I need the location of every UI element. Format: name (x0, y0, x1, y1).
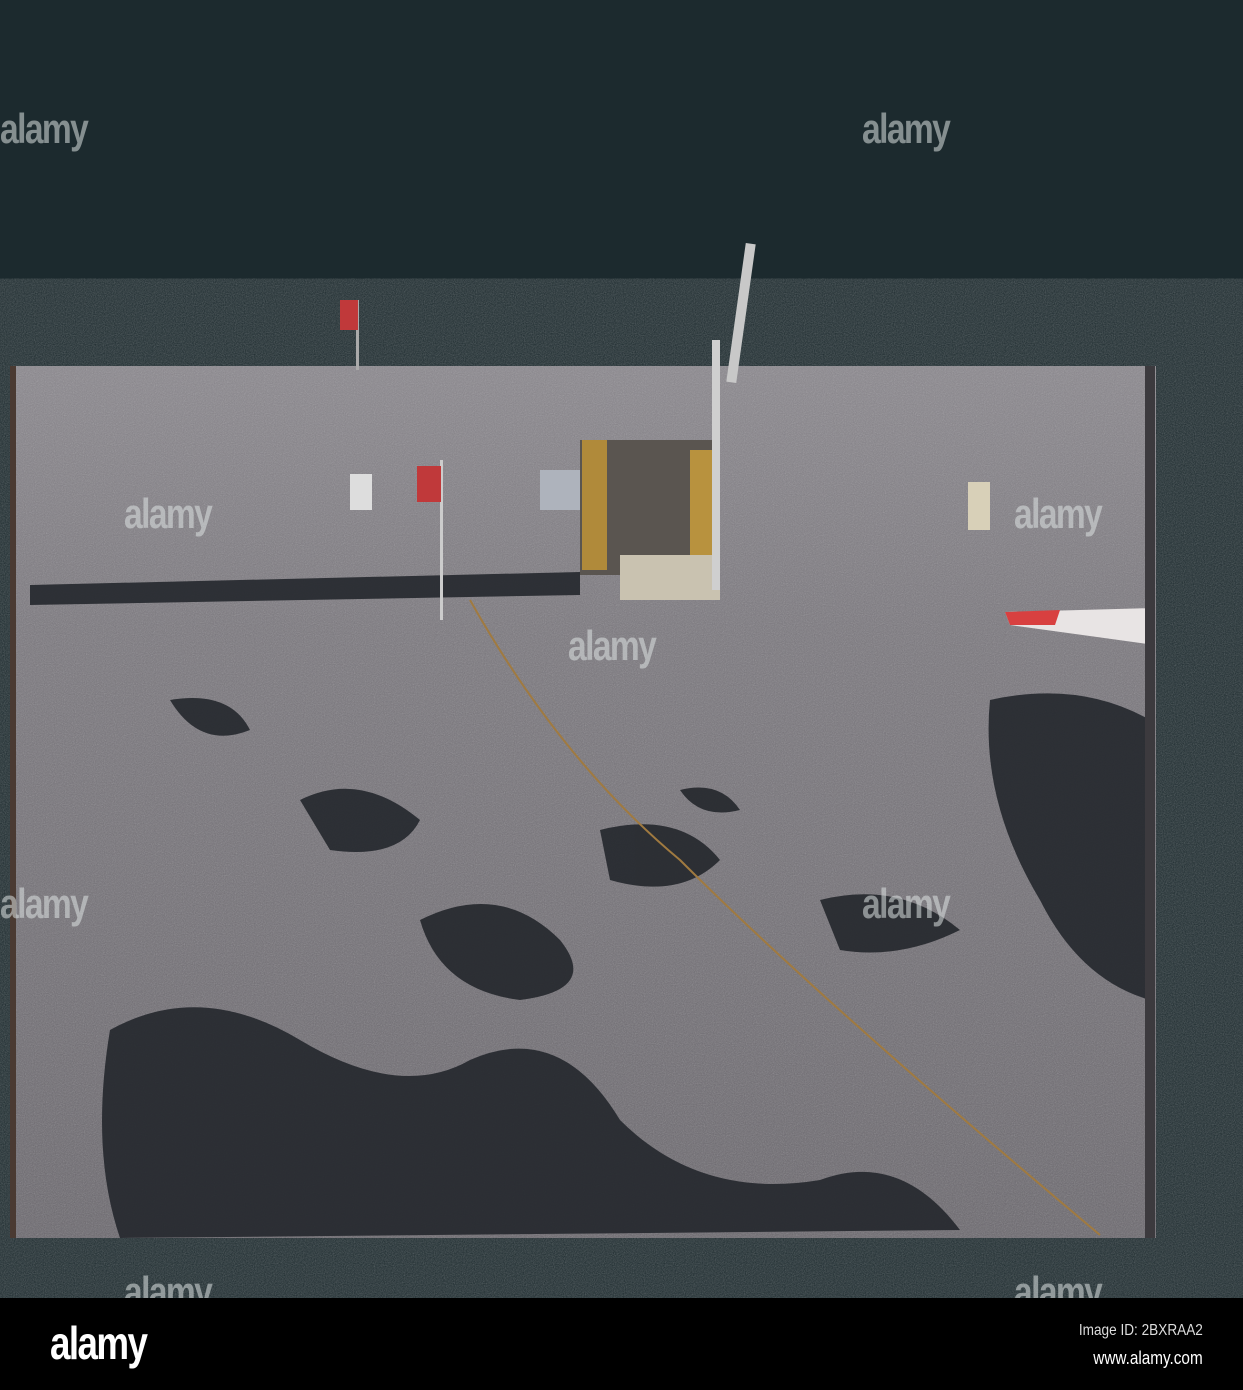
stock-photo-page: alamy alamy alamy alamy alamy alamy alam… (0, 0, 1243, 1390)
instrument-left (350, 474, 372, 510)
image-id: Image ID: 2BXRAA2 (1079, 1322, 1203, 1339)
watermark: alamy (568, 622, 657, 669)
watermark: alamy (0, 105, 89, 152)
alamy-logo: alamy (50, 1317, 148, 1369)
instrument-right (968, 482, 990, 530)
watermark: alamy (0, 880, 89, 927)
watermark: alamy (1014, 490, 1103, 537)
watermark: alamy (862, 105, 951, 152)
watermark: alamy (862, 880, 951, 927)
watermark: alamy (124, 490, 213, 537)
footer-bar: alamy Image ID: 2BXRAA2 www.alamy.com (0, 1298, 1243, 1390)
site-url: www.alamy.com (1093, 1348, 1203, 1368)
